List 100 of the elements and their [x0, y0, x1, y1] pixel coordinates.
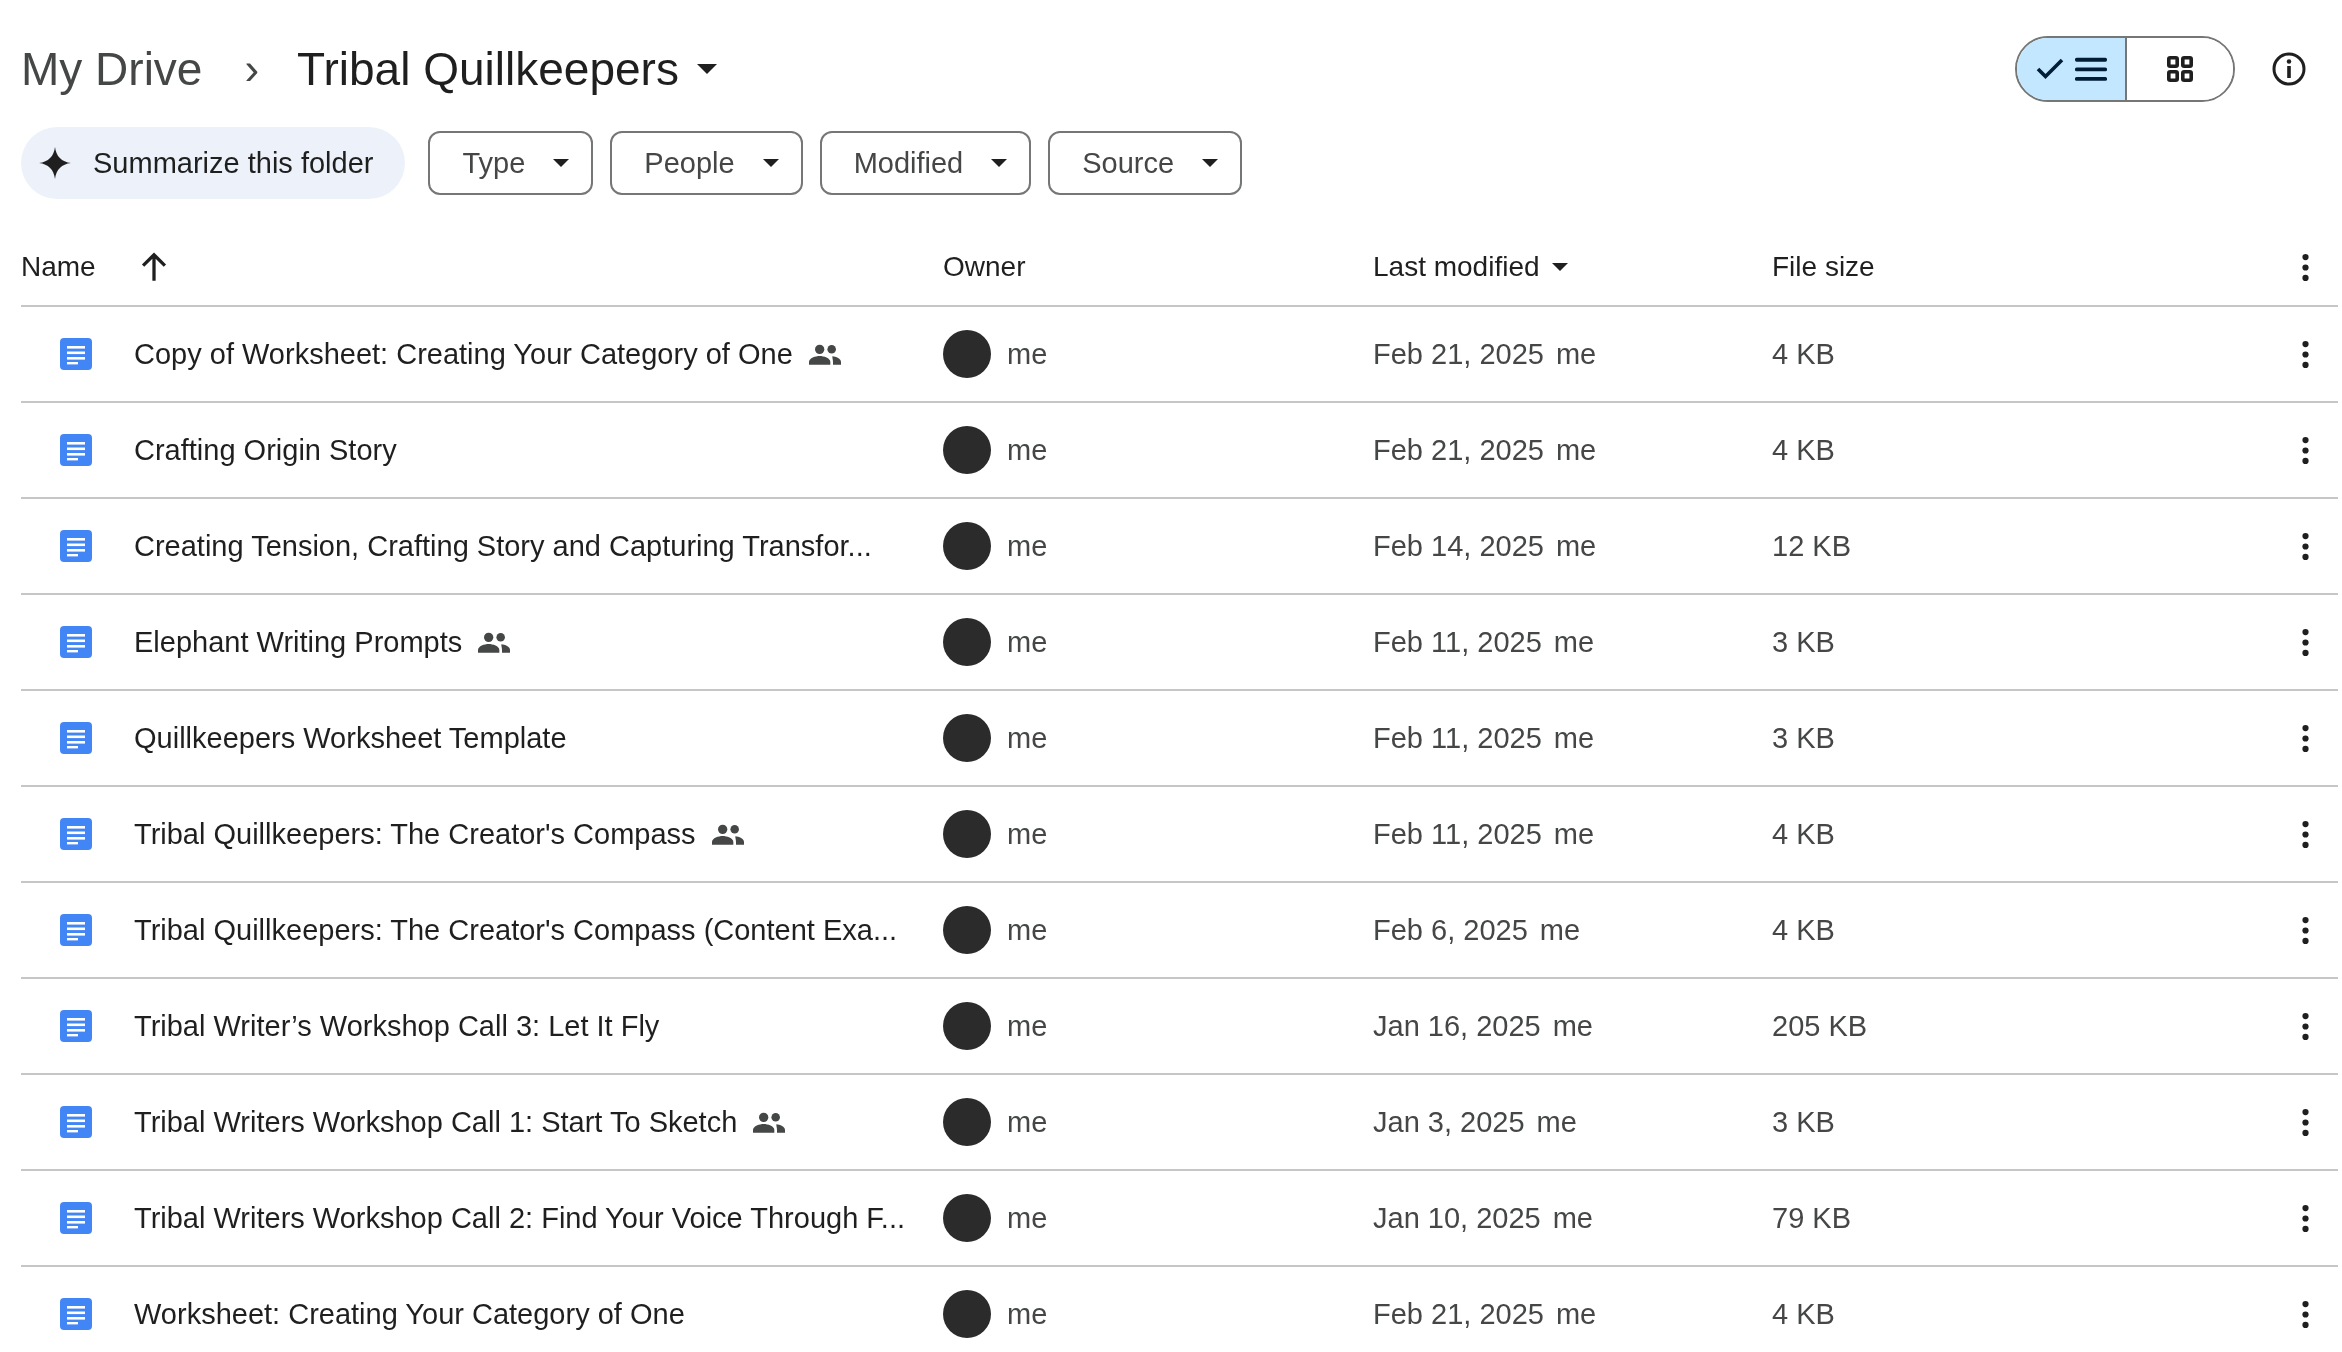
grid-view-button[interactable] — [2125, 38, 2233, 100]
modified-date: Feb 21, 2025 — [1373, 433, 1544, 467]
modified-date: Feb 21, 2025 — [1373, 337, 1544, 371]
file-size: 4 KB — [1772, 1297, 1836, 1331]
modified-date: Feb 11, 2025 — [1373, 721, 1542, 755]
file-name[interactable]: Tribal Writers Workshop Call 2: Find Your Voice Through F... — [134, 1201, 905, 1235]
document-icon — [60, 722, 92, 754]
breadcrumb-link[interactable]: My Drive — [21, 36, 203, 102]
column-header[interactable]: File size — [1772, 251, 2272, 283]
modified-by: me — [1553, 817, 1595, 851]
file-name[interactable]: Copy of Worksheet: Creating Your Category of One — [134, 337, 793, 371]
filter-dropdown[interactable]: Source — [1048, 131, 1243, 195]
modified-by: me — [1539, 913, 1581, 947]
document-icon — [60, 338, 92, 370]
document-icon — [60, 1202, 92, 1234]
column-header[interactable]: Name — [21, 251, 96, 283]
avatar — [943, 714, 991, 762]
file-name[interactable]: Elephant Writing Prompts — [134, 625, 463, 659]
owner-name: me — [1007, 1009, 1048, 1043]
column-header[interactable]: Last modified — [1373, 251, 1540, 283]
owner-name: me — [1007, 1201, 1048, 1235]
sparkle-icon — [39, 147, 71, 179]
avatar — [943, 1194, 991, 1242]
modified-date: Jan 16, 2025 — [1373, 1009, 1541, 1043]
file-size: 4 KB — [1772, 913, 1836, 947]
more-options-icon[interactable] — [2301, 916, 2309, 944]
owner-name: me — [1007, 1105, 1048, 1139]
modified-by: me — [1555, 1297, 1597, 1331]
file-name[interactable]: Tribal Writers Workshop Call 1: Start To Sketch — [134, 1105, 738, 1139]
list-view-button[interactable] — [2017, 38, 2125, 100]
owner-name: me — [1007, 721, 1048, 755]
modified-date: Feb 6, 2025 — [1373, 913, 1528, 947]
modified-by: me — [1552, 1201, 1593, 1235]
file-size: 12 KB — [1772, 529, 1852, 563]
file-name[interactable]: Tribal Writer’s Workshop Call 3: Let It Fly — [134, 1009, 660, 1043]
modified-by: me — [1552, 1009, 1593, 1043]
caret-icon — [762, 159, 779, 167]
more-options-icon[interactable] — [2301, 1300, 2309, 1328]
avatar — [943, 1290, 991, 1338]
grid-icon — [2165, 55, 2195, 83]
modified-by: me — [1555, 529, 1597, 563]
file-size: 3 KB — [1772, 1105, 1836, 1139]
file-size: 3 KB — [1772, 721, 1836, 755]
more-options-icon[interactable] — [2301, 340, 2309, 368]
file-size: 205 KB — [1772, 1009, 1869, 1043]
file-size: 79 KB — [1772, 1201, 1852, 1235]
file-name[interactable]: Worksheet: Creating Your Category of One — [134, 1297, 685, 1331]
file-name[interactable]: Crafting Origin Story — [134, 433, 397, 467]
caret-icon — [696, 64, 717, 74]
breadcrumb-separator: › — [244, 44, 260, 94]
owner-name: me — [1007, 625, 1048, 659]
file-name[interactable]: Tribal Quillkeepers: The Creator's Compass (Content Exa... — [134, 913, 898, 947]
caret-icon — [991, 159, 1008, 167]
more-options-icon[interactable] — [2301, 253, 2309, 281]
filter-dropdown[interactable]: Modified — [819, 131, 1032, 195]
modified-date: Jan 3, 2025 — [1373, 1105, 1525, 1139]
avatar — [943, 906, 991, 954]
folder-title-button[interactable]: Tribal Quillkeepers — [297, 36, 717, 102]
info-icon[interactable] — [2271, 51, 2307, 87]
more-options-icon[interactable] — [2301, 532, 2309, 560]
document-icon — [60, 818, 92, 850]
more-options-icon[interactable] — [2301, 724, 2309, 752]
more-options-icon[interactable] — [2301, 820, 2309, 848]
owner-name: me — [1007, 337, 1048, 371]
modified-date: Feb 11, 2025 — [1373, 817, 1542, 851]
file-size: 3 KB — [1772, 625, 1836, 659]
modified-date: Feb 14, 2025 — [1373, 529, 1544, 563]
more-options-icon[interactable] — [2301, 436, 2309, 464]
file-size: 4 KB — [1772, 337, 1836, 371]
file-name[interactable]: Creating Tension, Crafting Story and Capturing Transfor... — [134, 529, 872, 563]
avatar — [943, 1098, 991, 1146]
avatar — [943, 618, 991, 666]
file-size: 4 KB — [1772, 433, 1836, 467]
modified-date: Feb 21, 2025 — [1373, 1297, 1544, 1331]
column-header[interactable]: Owner — [943, 251, 1373, 283]
file-name[interactable]: Tribal Quillkeepers: The Creator's Compass — [134, 817, 696, 851]
owner-name: me — [1007, 433, 1048, 467]
avatar — [943, 1002, 991, 1050]
document-icon — [60, 914, 92, 946]
avatar — [943, 522, 991, 570]
filter-dropdown[interactable]: Type — [428, 131, 594, 195]
sort-arrow-icon[interactable] — [139, 252, 168, 282]
modified-by: me — [1536, 1105, 1577, 1139]
summarize-button[interactable]: Summarize this folder — [21, 127, 406, 199]
document-icon — [60, 626, 92, 658]
more-options-icon[interactable] — [2301, 1108, 2309, 1136]
file-name[interactable]: Quillkeepers Worksheet Template — [134, 721, 567, 755]
more-options-icon[interactable] — [2301, 1012, 2309, 1040]
modified-date: Jan 10, 2025 — [1373, 1201, 1541, 1235]
more-options-icon[interactable] — [2301, 1204, 2309, 1232]
modified-by: me — [1555, 433, 1597, 467]
caret-icon — [1202, 159, 1219, 167]
filter-dropdown[interactable]: People — [610, 131, 803, 195]
document-icon — [60, 1298, 92, 1330]
list-icon — [2075, 55, 2107, 83]
document-icon — [60, 530, 92, 562]
more-options-icon[interactable] — [2301, 628, 2309, 656]
avatar — [943, 330, 991, 378]
document-icon — [60, 1010, 92, 1042]
modified-by: me — [1555, 337, 1597, 371]
